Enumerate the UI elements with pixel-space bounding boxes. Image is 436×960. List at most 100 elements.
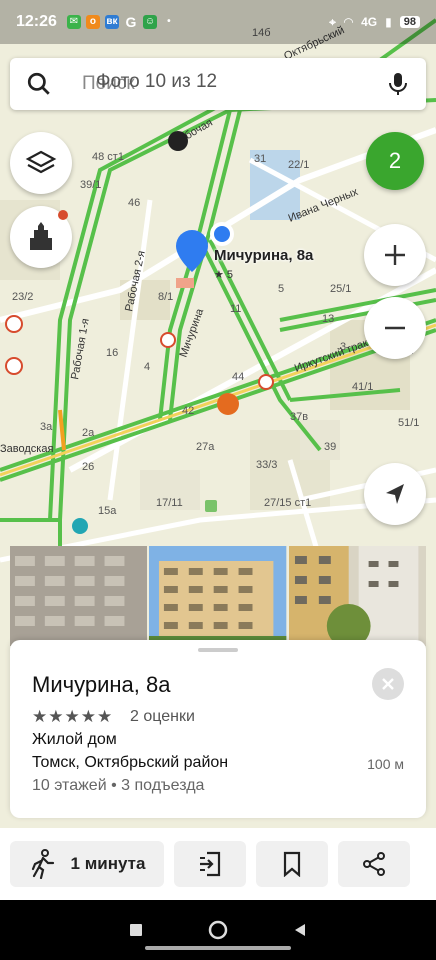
walking-icon — [31, 849, 54, 879]
photo-gallery[interactable] — [10, 546, 426, 646]
status-right: ⌖ ◠ 4G ▮ 98 — [329, 15, 420, 30]
microphone-icon[interactable] — [386, 71, 410, 97]
route-time: 1 минута — [70, 854, 146, 873]
house-number: 2а — [82, 427, 95, 439]
layers-icon — [25, 150, 57, 174]
house-number: 16 — [106, 347, 118, 359]
place-title: Мичурина, 8а — [32, 672, 171, 697]
zoom-in-button[interactable] — [364, 224, 426, 286]
house-number: 11 — [230, 303, 241, 315]
signal-icon: ▮ — [385, 15, 392, 29]
close-button[interactable] — [372, 668, 404, 700]
navigation-arrow-icon — [386, 484, 404, 504]
messages-icon: ✉ — [66, 15, 81, 29]
wifi-icon: ◠ — [343, 15, 354, 29]
house-number: 39 — [324, 441, 336, 453]
place-card[interactable]: Мичурина, 8а ★★★★★ 2 оценки Жилой дом То… — [10, 640, 426, 818]
place-label[interactable]: Мичурина, 8а — [214, 247, 313, 264]
odnoklassniki-icon: о — [85, 15, 100, 29]
place-address: Томск, Октябрьский район — [32, 754, 229, 771]
house-number: 42 — [182, 405, 194, 417]
house-number: 27а — [196, 441, 215, 453]
house-number: 37в — [290, 411, 308, 423]
pharmacy-icon[interactable] — [5, 315, 23, 333]
notification-dot — [58, 210, 68, 220]
house-number: 25/1 — [330, 283, 351, 295]
house-number: 17/11 — [156, 497, 183, 509]
house-number: 15а — [98, 505, 117, 517]
search-input[interactable]: Поиск Фото 10 из 12 — [82, 71, 217, 95]
house-number: 39/1 — [80, 179, 101, 191]
recents-icon[interactable] — [128, 922, 144, 938]
building-photo[interactable] — [288, 546, 426, 646]
house-number: 23/2 — [12, 291, 33, 303]
house-number: 41/1 — [352, 381, 373, 393]
shop-icon[interactable] — [217, 393, 239, 415]
market-icon: ☺ — [142, 15, 157, 29]
house-number: 44 — [232, 371, 244, 383]
house-number: 33/3 — [256, 459, 277, 471]
house-number: 13 — [322, 313, 334, 325]
drag-handle[interactable] — [198, 648, 238, 652]
building-photo[interactable] — [149, 546, 287, 646]
building-details: 10 этажей • 3 подъезда — [32, 777, 205, 794]
house-number: 48 ст1 — [92, 151, 124, 163]
place-distance: 100 м — [367, 756, 404, 772]
system-nav-bar — [0, 900, 436, 960]
plus-icon — [385, 245, 405, 265]
route-button[interactable]: 1 минута — [10, 841, 164, 887]
pharmacy-icon[interactable] — [160, 332, 176, 348]
selected-building[interactable] — [176, 278, 194, 288]
bookmark-button[interactable] — [256, 841, 328, 887]
vk-icon: вк — [104, 15, 119, 29]
pharmacy-icon[interactable] — [258, 374, 274, 390]
location-icon: ⌖ — [329, 14, 336, 29]
dot-icon: • — [167, 16, 171, 27]
house-number: 31 — [254, 153, 266, 165]
house-number: 8/1 — [158, 291, 173, 303]
battery-level: 98 — [399, 16, 420, 28]
network-type: 4G — [361, 15, 378, 29]
my-location-button[interactable] — [364, 463, 426, 525]
search-bar[interactable]: Поиск Фото 10 из 12 — [10, 58, 426, 110]
results-count-badge[interactable]: 2 — [366, 132, 424, 190]
street-label: Заводская — [0, 443, 53, 455]
bookmark-icon — [283, 851, 301, 877]
entrance-icon — [200, 851, 221, 877]
g-icon: G — [125, 14, 137, 30]
park-icon[interactable] — [205, 500, 217, 512]
minus-icon — [385, 326, 405, 330]
landmark-icon — [30, 222, 52, 250]
reviews-count[interactable]: 2 оценки — [130, 708, 195, 726]
entrance-button[interactable] — [174, 841, 246, 887]
status-time: 12:26 — [16, 13, 57, 30]
tire-service-icon[interactable] — [168, 131, 188, 151]
gesture-bar — [145, 946, 291, 950]
status-bar: 12:26 ✉ о вк G ☺ • ⌖ ◠ 4G ▮ 98 — [0, 0, 436, 44]
action-bar: 1 минута — [0, 828, 436, 900]
building-photo[interactable] — [10, 546, 148, 646]
search-icon — [27, 72, 50, 95]
house-number: 27/15 ст1 — [264, 497, 311, 509]
house-number: 4 — [144, 361, 150, 373]
zoom-out-button[interactable] — [364, 297, 426, 359]
back-icon[interactable] — [292, 922, 308, 938]
screen: 48 ст1 39/1 46 31 22/1 23/2 8/1 16 11 5 … — [0, 0, 436, 960]
house-number: 26 — [82, 461, 94, 473]
landmark-button[interactable] — [10, 206, 72, 268]
pharmacy-icon[interactable] — [5, 357, 23, 375]
house-number: 46 — [128, 197, 140, 209]
layers-button[interactable] — [10, 132, 72, 194]
close-icon — [382, 678, 394, 690]
photo-counter: Фото 10 из 12 — [96, 71, 218, 92]
rating-stars: ★★★★★ — [32, 707, 114, 726]
water-icon[interactable] — [72, 518, 88, 534]
share-button[interactable] — [338, 841, 410, 887]
house-number: 51/1 — [398, 417, 419, 429]
place-rating: ★ 5 — [214, 269, 234, 281]
share-icon — [363, 852, 385, 876]
place-type: Жилой дом — [32, 731, 117, 748]
home-icon[interactable] — [208, 920, 228, 940]
house-number: 3а — [40, 421, 53, 433]
house-number: 5 — [278, 283, 284, 295]
